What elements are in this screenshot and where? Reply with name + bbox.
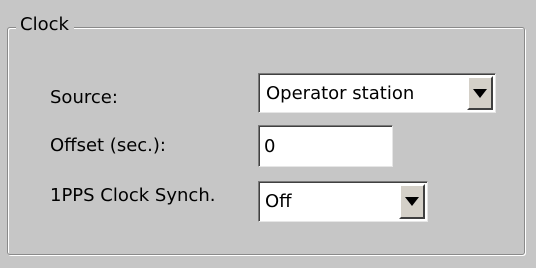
chevron-down-icon — [473, 88, 487, 98]
clock-settings-panel: Clock Source: Operator station Offset (s… — [0, 0, 536, 268]
pps-clock-synch-select[interactable]: Off — [258, 181, 428, 222]
pps-selected-value: Off — [265, 191, 292, 212]
pps-clock-synch-label: 1PPS Clock Synch. — [50, 185, 216, 206]
offset-input[interactable]: 0 — [258, 125, 393, 167]
source-selected-value: Operator station — [266, 82, 415, 104]
clock-group-title: Clock — [16, 12, 74, 38]
offset-label: Offset (sec.): — [50, 135, 166, 156]
source-select[interactable]: Operator station — [258, 73, 496, 113]
source-dropdown-button[interactable] — [467, 76, 493, 110]
offset-value: 0 — [264, 135, 276, 157]
source-label: Source: — [50, 87, 118, 108]
chevron-down-icon — [405, 197, 419, 206]
pps-dropdown-button[interactable] — [399, 184, 425, 219]
